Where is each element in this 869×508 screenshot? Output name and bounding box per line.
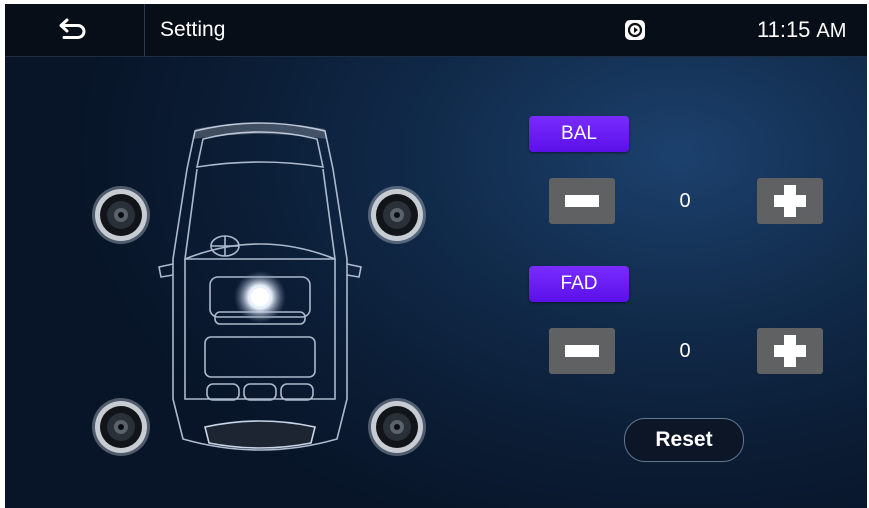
minus-icon xyxy=(565,195,599,207)
reset-button[interactable]: Reset xyxy=(624,418,744,462)
clock-ampm: AM xyxy=(816,20,847,42)
fader-value: 0 xyxy=(679,340,691,362)
car-diagram xyxy=(75,109,445,479)
fader-label: FAD xyxy=(529,266,629,302)
clock-time: 11:15 xyxy=(757,17,811,42)
clock: 11:15 AM xyxy=(757,17,846,43)
title-divider xyxy=(144,4,145,56)
settings-screen: Setting 11:15 AM BAL 0 FAD 0 Reset xyxy=(5,4,867,508)
minus-icon xyxy=(565,345,599,357)
speaker-front-right-icon[interactable] xyxy=(367,185,427,245)
top-bar: Setting 11:15 AM xyxy=(5,4,867,57)
balance-value: 0 xyxy=(679,190,691,212)
balance-label: BAL xyxy=(529,116,629,152)
plus-icon xyxy=(774,185,806,217)
speaker-rear-right-icon[interactable] xyxy=(367,397,427,457)
speaker-front-left-icon[interactable] xyxy=(91,185,151,245)
balance-minus-button[interactable] xyxy=(549,178,615,224)
balance-plus-button[interactable] xyxy=(757,178,823,224)
fader-minus-button[interactable] xyxy=(549,328,615,374)
plus-icon xyxy=(774,335,806,367)
back-button[interactable] xyxy=(5,4,143,56)
back-arrow-icon xyxy=(59,18,86,39)
fader-plus-button[interactable] xyxy=(757,328,823,374)
speaker-rear-left-icon[interactable] xyxy=(91,397,151,457)
carplay-icon[interactable] xyxy=(624,19,646,41)
page-title: Setting xyxy=(160,18,226,41)
